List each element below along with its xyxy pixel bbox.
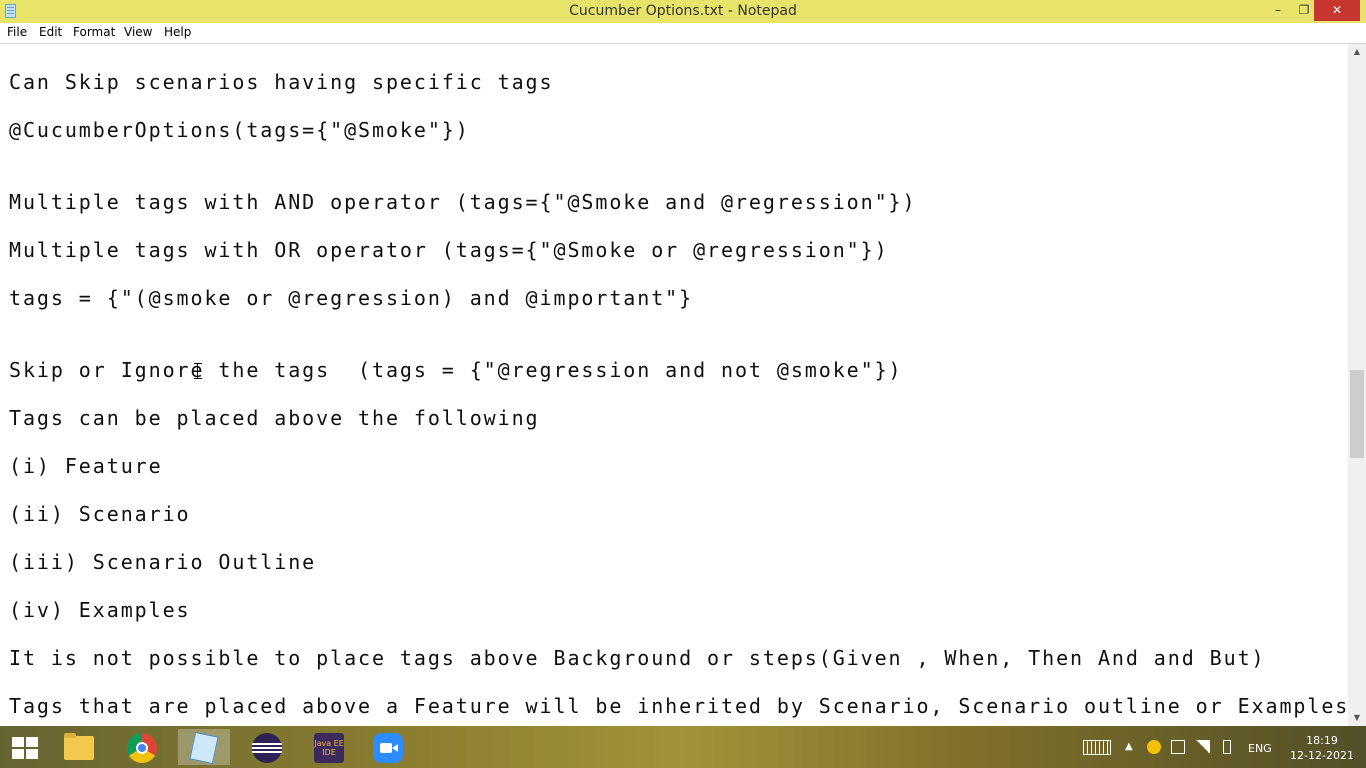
chrome-icon	[127, 733, 157, 763]
taskbar-eclipse[interactable]	[241, 729, 293, 765]
taskbar: Java EE IDE ▲ ENG 18:19 12-12-2021	[0, 726, 1366, 768]
vertical-scrollbar[interactable]: ▲ ▼	[1348, 44, 1366, 726]
text-cursor-icon	[194, 363, 202, 379]
text-line: tags = {"(@smoke or @regression) and @im…	[9, 286, 694, 310]
title-bar: Cucumber Options.txt - Notepad – ❐ ✕	[0, 0, 1366, 23]
text-line: (iii) Scenario Outline	[9, 550, 317, 574]
clock-time: 18:19	[1306, 734, 1338, 747]
window-title: Cucumber Options.txt - Notepad	[569, 3, 797, 19]
close-button[interactable]: ✕	[1314, 0, 1360, 21]
app-tray-icon[interactable]	[1147, 740, 1161, 754]
language-indicator[interactable]: ENG	[1248, 742, 1272, 755]
menu-file[interactable]: File	[7, 25, 27, 39]
minimize-button[interactable]: –	[1262, 0, 1294, 21]
action-center-icon[interactable]	[1171, 740, 1185, 754]
text-line: Multiple tags with OR operator (tags={"@…	[9, 238, 889, 262]
windows-logo-icon	[12, 737, 38, 759]
battery-icon[interactable]	[1223, 740, 1231, 754]
taskbar-notepad[interactable]	[178, 729, 230, 765]
text-line: Tags that are placed above a Feature wil…	[9, 694, 1348, 718]
scroll-down-arrow[interactable]: ▼	[1348, 710, 1366, 726]
text-line: Skip or Ignore the tags (tags = {"@regre…	[9, 358, 903, 382]
menu-bar: File Edit Format View Help	[0, 23, 1366, 44]
restore-button[interactable]: ❐	[1294, 0, 1314, 21]
eclipse-icon	[252, 733, 282, 763]
menu-help[interactable]: Help	[164, 25, 191, 39]
scroll-up-arrow[interactable]: ▲	[1348, 44, 1366, 60]
text-line: It is not possible to place tags above B…	[9, 646, 1266, 670]
text-line: (iv) Examples	[9, 598, 191, 622]
text-line: (i) Feature	[9, 454, 163, 478]
scrollbar-thumb[interactable]	[1350, 370, 1364, 458]
menu-format[interactable]: Format	[73, 25, 115, 39]
taskbar-javaee-ide[interactable]: Java EE IDE	[303, 729, 355, 765]
folder-icon	[64, 733, 94, 760]
start-button[interactable]	[0, 729, 50, 765]
text-line: (ii) Scenario	[9, 502, 191, 526]
touch-keyboard-icon[interactable]	[1083, 740, 1111, 755]
zoom-icon	[373, 733, 403, 763]
javaee-ide-icon: Java EE IDE	[314, 733, 344, 763]
menu-edit[interactable]: Edit	[39, 25, 62, 39]
clock[interactable]: 18:19 12-12-2021	[1284, 733, 1360, 763]
menu-view[interactable]: View	[124, 25, 152, 39]
text-line: Multiple tags with AND operator (tags={"…	[9, 190, 917, 214]
taskbar-chrome[interactable]	[116, 729, 168, 765]
taskbar-file-explorer[interactable]	[52, 729, 104, 765]
clock-date: 12-12-2021	[1290, 749, 1354, 762]
text-line: Can Skip scenarios having specific tags	[9, 70, 554, 94]
text-line: @CucumberOptions(tags={"@Smoke"})	[9, 118, 470, 142]
show-hidden-icons-chevron[interactable]: ▲	[1125, 741, 1133, 752]
text-line: Tags can be placed above the following	[9, 406, 540, 430]
notepad-icon	[189, 731, 219, 765]
text-editor[interactable]: Can Skip scenarios having specific tags …	[0, 44, 1348, 726]
network-icon[interactable]	[1196, 740, 1210, 754]
taskbar-zoom[interactable]	[362, 729, 414, 765]
